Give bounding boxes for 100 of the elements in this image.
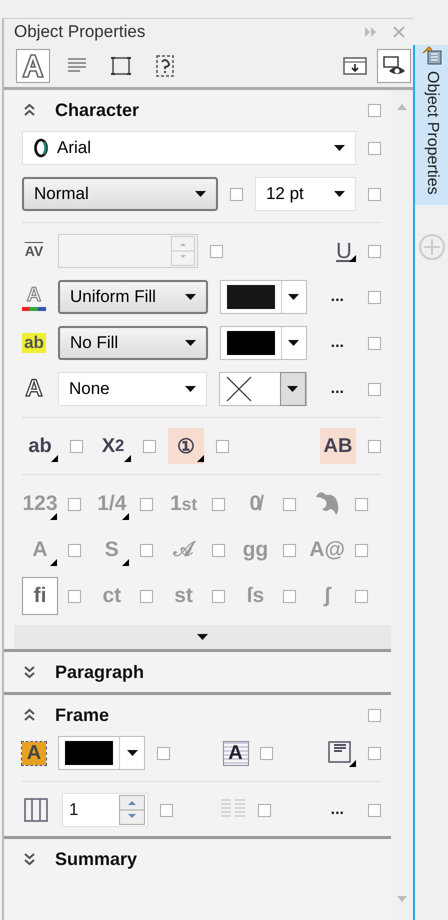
checkbox[interactable] xyxy=(212,544,225,556)
collapse-chevron-icon[interactable] xyxy=(24,708,35,722)
expand-chevron-icon[interactable] xyxy=(24,852,35,866)
close-icon[interactable] xyxy=(393,26,405,38)
checkbox[interactable] xyxy=(216,440,229,452)
checkbox[interactable] xyxy=(68,544,81,556)
side-tab[interactable]: Object Properties xyxy=(415,45,448,205)
checkbox[interactable] xyxy=(140,590,153,602)
frame-icon xyxy=(109,54,133,78)
checkbox[interactable] xyxy=(283,544,296,556)
checkbox[interactable] xyxy=(355,498,368,510)
flyout-corner-icon xyxy=(51,455,58,462)
flyout-corner-icon xyxy=(122,513,129,520)
caret-icon xyxy=(184,340,196,346)
checkbox[interactable] xyxy=(368,336,381,350)
import-icon[interactable] xyxy=(343,56,367,76)
vertical-alignment-icon[interactable]: A xyxy=(224,742,248,764)
flyout-corner-icon xyxy=(197,455,204,462)
scroll-up-icon[interactable] xyxy=(397,104,407,110)
font-icon xyxy=(33,138,49,158)
checkbox[interactable] xyxy=(68,498,81,510)
checkbox[interactable] xyxy=(368,244,381,258)
add-icon[interactable] xyxy=(418,232,446,261)
text-effect-button[interactable]: ① xyxy=(168,428,204,464)
fill-type-dropdown[interactable]: No Fill xyxy=(58,326,208,360)
text-effect-button[interactable]: AB xyxy=(320,428,356,464)
checkbox[interactable] xyxy=(368,382,381,396)
flyout-corner-icon xyxy=(50,513,57,520)
checkbox[interactable] xyxy=(283,498,296,510)
outlined-letter-icon xyxy=(21,53,45,79)
caret-icon xyxy=(126,750,138,756)
preview-toggle[interactable] xyxy=(377,49,411,83)
checkbox[interactable] xyxy=(368,188,381,200)
checkbox[interactable] xyxy=(368,142,381,154)
checkbox[interactable] xyxy=(368,708,381,722)
fill-type-dropdown[interactable]: None xyxy=(58,372,207,406)
caret-icon xyxy=(194,191,206,197)
more-button[interactable]: ... xyxy=(318,380,356,398)
checkbox[interactable] xyxy=(368,440,381,452)
section-title[interactable]: Frame xyxy=(55,704,110,726)
more-button[interactable]: ... xyxy=(318,334,356,352)
expand-chevron-icon[interactable] xyxy=(24,665,35,679)
character-tab[interactable] xyxy=(16,49,50,83)
columns-field[interactable]: 1 xyxy=(62,793,148,827)
checkbox[interactable] xyxy=(258,804,272,816)
more-button[interactable]: ... xyxy=(318,801,356,819)
checkbox[interactable] xyxy=(140,544,153,556)
fast-forward-icon[interactable] xyxy=(365,27,377,37)
caret-icon xyxy=(288,340,300,346)
flyout-corner-icon xyxy=(124,455,131,462)
checkbox[interactable] xyxy=(355,544,368,556)
no-color-icon xyxy=(226,376,252,402)
spinner-icon[interactable] xyxy=(119,795,145,825)
more-button[interactable]: ... xyxy=(318,288,356,306)
color-picker[interactable] xyxy=(220,326,307,360)
checkbox[interactable] xyxy=(368,746,381,760)
color-picker[interactable] xyxy=(58,736,145,770)
frame-background-icon: A xyxy=(22,742,46,764)
section-title[interactable]: Paragraph xyxy=(55,662,144,682)
checkbox[interactable] xyxy=(368,290,381,304)
scroll-down-icon[interactable] xyxy=(397,896,407,902)
text-frame-wrap-icon[interactable] xyxy=(326,739,356,767)
caret-icon xyxy=(184,294,196,300)
checkbox[interactable] xyxy=(212,590,225,602)
section-title[interactable]: Character xyxy=(55,100,140,120)
text-effect-button[interactable]: ab xyxy=(22,428,58,464)
background-fill-icon: ab xyxy=(22,333,46,353)
flyout-corner-icon xyxy=(50,559,57,566)
underline-icon[interactable]: U xyxy=(332,238,356,264)
checkbox[interactable] xyxy=(140,498,153,510)
color-picker[interactable] xyxy=(218,372,307,406)
checkbox[interactable] xyxy=(160,804,173,816)
checkbox[interactable] xyxy=(212,498,225,510)
size-dropdown[interactable]: 12 pt xyxy=(254,177,356,211)
font-dropdown[interactable]: Arial xyxy=(22,131,356,165)
color-picker[interactable] xyxy=(220,280,307,314)
flyout-corner-icon xyxy=(122,559,129,566)
checkbox[interactable] xyxy=(368,804,381,816)
checkbox[interactable] xyxy=(355,590,368,602)
caret-icon xyxy=(287,386,298,392)
caret-icon xyxy=(197,634,208,640)
checkbox[interactable] xyxy=(230,188,243,200)
caret-icon xyxy=(288,294,300,300)
checkbox[interactable] xyxy=(368,104,381,116)
fill-type-dropdown[interactable]: Uniform Fill xyxy=(58,280,208,314)
checkbox[interactable] xyxy=(68,590,81,602)
caret-icon xyxy=(184,386,196,392)
checkbox[interactable] xyxy=(70,440,83,452)
properties-icon xyxy=(421,45,443,67)
checkbox[interactable] xyxy=(157,746,170,760)
opentype-feature-button[interactable]: fi xyxy=(22,577,58,615)
checkbox[interactable] xyxy=(283,590,296,602)
checkbox[interactable] xyxy=(260,746,272,760)
flyout-corner-icon xyxy=(349,255,356,262)
checkbox[interactable] xyxy=(143,440,156,452)
section-title[interactable]: Summary xyxy=(55,848,138,870)
collapse-chevron-icon[interactable] xyxy=(24,103,35,117)
style-dropdown[interactable]: Normal xyxy=(22,177,218,211)
window-title: Object Properties xyxy=(14,22,146,42)
checkbox[interactable] xyxy=(210,244,223,258)
